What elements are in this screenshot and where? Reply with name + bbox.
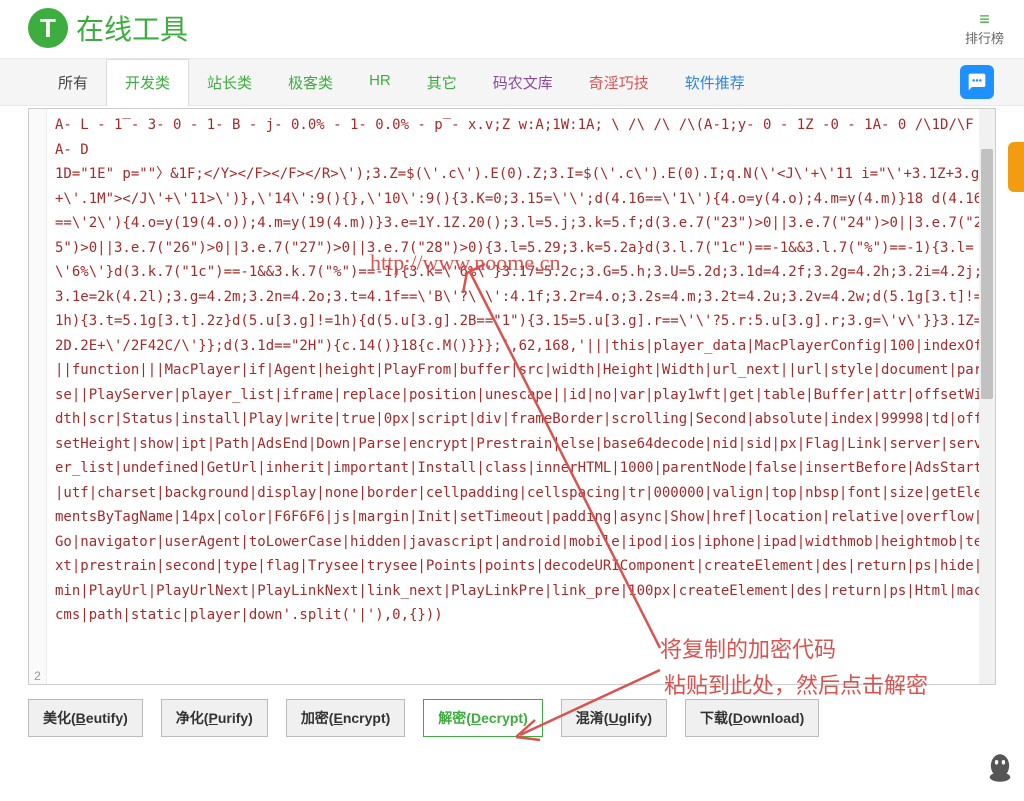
header: T 在线工具 ≡ 排行榜 bbox=[0, 0, 1024, 58]
encrypt-button[interactable]: 加密(Encrypt) bbox=[286, 699, 405, 737]
chat-icon[interactable] bbox=[960, 65, 994, 99]
scrollbar-thumb[interactable] bbox=[981, 149, 993, 399]
line-gutter: 2 bbox=[29, 109, 47, 684]
logo-area[interactable]: T 在线工具 bbox=[28, 8, 188, 48]
button-row: 美化(Beutify) 净化(Purify) 加密(Encrypt) 解密(De… bbox=[0, 685, 1024, 751]
nav-item[interactable]: 所有 bbox=[40, 60, 106, 105]
rank-label: 排行榜 bbox=[965, 28, 1004, 47]
code-content[interactable]: A- L - 1‾- 3- 0 - 1- B - j- 0.0% - 1- 0.… bbox=[47, 109, 995, 684]
nav-item[interactable]: 站长类 bbox=[189, 60, 270, 105]
purify-button[interactable]: 净化(Purify) bbox=[161, 699, 268, 737]
uglify-button[interactable]: 混淆(Uglify) bbox=[561, 699, 667, 737]
line-number: 2 bbox=[34, 669, 41, 683]
logo-icon: T bbox=[28, 8, 68, 48]
decrypt-button[interactable]: 解密(Decrypt) bbox=[423, 699, 542, 737]
rank-link[interactable]: ≡ 排行榜 bbox=[965, 10, 1004, 47]
rank-icon: ≡ bbox=[965, 10, 1004, 28]
nav-item[interactable]: 码农文库 bbox=[475, 60, 571, 105]
download-button[interactable]: 下载(Download) bbox=[685, 699, 819, 737]
nav-item[interactable]: 极客类 bbox=[270, 60, 351, 105]
nav-item[interactable]: 其它 bbox=[409, 60, 475, 105]
nav-bar: 所有开发类站长类极客类HR其它码农文库奇淫巧技软件推荐 bbox=[0, 58, 1024, 106]
nav-item[interactable]: 软件推荐 bbox=[667, 60, 763, 105]
code-editor[interactable]: 2 A- L - 1‾- 3- 0 - 1- B - j- 0.0% - 1- … bbox=[28, 108, 996, 685]
nav-item[interactable]: 开发类 bbox=[106, 59, 189, 106]
beautify-button[interactable]: 美化(Beutify) bbox=[28, 699, 143, 737]
qq-icon[interactable] bbox=[986, 752, 1014, 791]
nav-item[interactable]: 奇淫巧技 bbox=[571, 60, 667, 105]
logo-text: 在线工具 bbox=[76, 8, 188, 48]
scrollbar-track[interactable] bbox=[979, 109, 995, 684]
nav-item[interactable]: HR bbox=[351, 60, 409, 105]
side-badge[interactable] bbox=[1008, 142, 1024, 192]
